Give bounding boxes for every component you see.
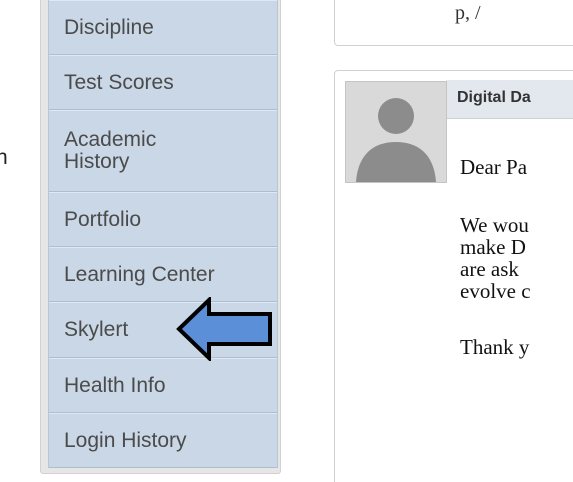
sidebar-item-discipline[interactable]: Discipline xyxy=(49,0,277,55)
sidebar-item-learning-center[interactable]: Learning Center xyxy=(49,247,277,302)
sidebar-item-label: Portfolio xyxy=(64,207,142,231)
page: n Discipline Test Scores Academic Histor… xyxy=(0,0,573,482)
post-closing: Thank y xyxy=(460,335,530,359)
post-title: Digital Da xyxy=(457,89,531,106)
sidebar-nav: Discipline Test Scores Academic History … xyxy=(48,0,278,468)
top-message-card xyxy=(334,0,573,46)
sidebar-item-label: Skylert xyxy=(64,318,129,341)
sidebar-item-label: Discipline xyxy=(64,15,154,39)
top-message-text-fragment: p, / xyxy=(455,2,481,24)
sidebar-item-label: Test Scores xyxy=(64,70,174,94)
sidebar-item-label: Learning Center xyxy=(64,262,215,286)
post-paragraph-line: We wou xyxy=(460,213,529,237)
sidebar-item-test-scores[interactable]: Test Scores xyxy=(49,55,277,110)
sidebar-item-portfolio[interactable]: Portfolio xyxy=(49,192,277,247)
sidebar-item-label: Health Info xyxy=(64,373,166,397)
sidebar-item-academic-history[interactable]: Academic History xyxy=(49,110,277,192)
sidebar-item-label: Academic History xyxy=(64,128,157,173)
sidebar-item-label: Login History xyxy=(64,428,187,452)
sidebar-item-login-history[interactable]: Login History xyxy=(49,413,277,468)
post-paragraph-line: make D xyxy=(460,235,526,259)
left-edge-text-fragment: n xyxy=(0,146,8,169)
post-greeting: Dear Pa xyxy=(460,155,528,179)
sidebar-item-health-info[interactable]: Health Info xyxy=(49,358,277,413)
post-paragraph-line: are ask xyxy=(460,257,519,281)
person-silhouette-icon xyxy=(346,82,446,182)
avatar xyxy=(345,81,447,183)
post-paragraph-line: evolve c xyxy=(460,279,531,303)
left-arrow-icon xyxy=(176,297,272,361)
